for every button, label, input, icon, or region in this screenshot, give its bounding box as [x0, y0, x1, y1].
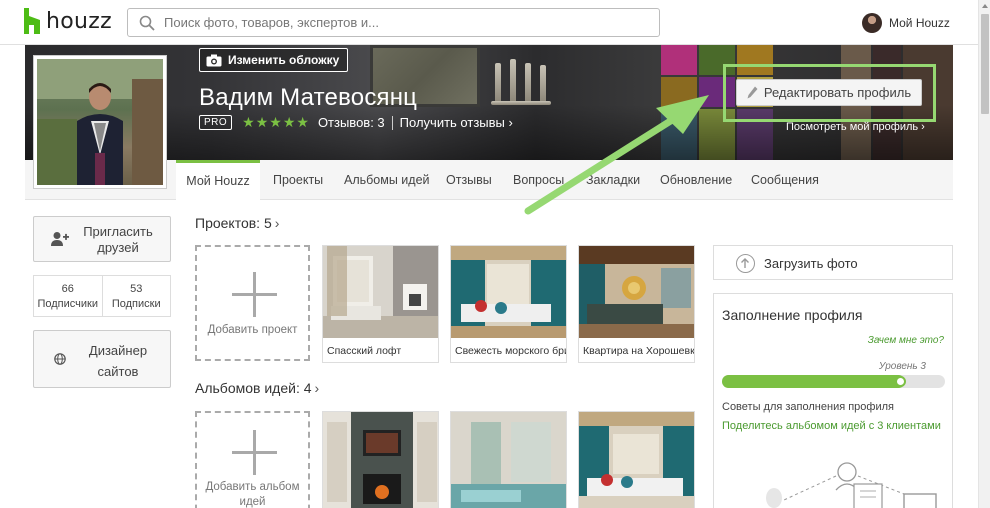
albums-section-title[interactable]: Альбомов идей: 4 › — [195, 380, 319, 396]
invite-friends-button[interactable]: Пригласить друзей — [33, 216, 171, 262]
tab-bookmarks[interactable]: Закладки — [586, 160, 640, 200]
pro-badge: PRO — [199, 115, 233, 130]
reviews-count[interactable]: Отзывов: 3 — [318, 115, 385, 130]
tab-my-houzz[interactable]: Мой Houzz — [176, 160, 260, 200]
project-card[interactable]: Свежесть морского бриза — [450, 245, 567, 363]
projects-section-title[interactable]: Проектов: 5 › — [195, 215, 279, 231]
upload-arrow-icon — [736, 254, 755, 273]
website-designer-label: Дизайнер сайтов — [88, 343, 148, 379]
add-album-card[interactable]: Добавить альбом идей — [195, 411, 310, 508]
profile-meta: PRO ★★★★★ Отзывов: 3 Получить отзывы › — [199, 114, 513, 131]
tab-idea-albums[interactable]: Альбомы идей — [344, 160, 430, 200]
plus-icon — [232, 272, 277, 317]
project-card[interactable]: Спасский лофт — [322, 245, 439, 363]
album-card[interactable] — [578, 411, 695, 508]
project-thumbnail — [451, 246, 566, 338]
project-thumbnail — [579, 246, 694, 338]
top-header: houzz Мой Houzz — [0, 0, 978, 45]
cover-candle — [540, 65, 546, 103]
add-album-label: Добавить альбом идей — [205, 481, 300, 508]
album-thumbnail — [451, 412, 566, 508]
profile-name: Вадим Матевосянц — [199, 84, 418, 111]
share-album-link[interactable]: Поделитесь альбомом идей с 3 клиентами — [722, 420, 941, 432]
get-reviews-link[interactable]: Получить отзывы › — [400, 115, 513, 130]
upload-photo-label: Загрузить фото — [764, 256, 858, 271]
followers-label: Подписчики — [37, 298, 98, 310]
search-input[interactable] — [164, 12, 644, 33]
following-stat[interactable]: 53 Подписки — [103, 276, 171, 316]
tab-questions[interactable]: Вопросы — [513, 160, 564, 200]
tab-messages[interactable]: Сообщения — [751, 160, 819, 200]
album-thumbnail — [579, 412, 694, 508]
website-designer-button[interactable]: Дизайнер сайтов — [33, 330, 171, 388]
cover-candle — [510, 59, 516, 103]
album-card[interactable] — [450, 411, 567, 508]
profile-tips-label: Советы для заполнения профиля — [722, 401, 894, 413]
my-houzz-menu[interactable]: Мой Houzz — [862, 13, 950, 33]
add-project-card[interactable]: Добавить проект — [195, 245, 310, 361]
plus-icon — [232, 430, 277, 475]
level-label: Уровень 3 — [878, 361, 926, 372]
project-card[interactable]: Квартира на Хорошевке — [578, 245, 695, 363]
project-caption: Свежесть морского бриза — [455, 345, 566, 357]
cover-candle — [525, 63, 531, 103]
change-cover-button[interactable]: Изменить обложку — [199, 48, 349, 72]
pencil-icon — [747, 86, 758, 99]
change-cover-label: Изменить обложку — [228, 53, 340, 67]
why-link[interactable]: Зачем мне это? — [868, 335, 944, 346]
followers-count: 66 — [61, 283, 74, 295]
following-label: Подписки — [111, 298, 161, 310]
tab-projects[interactable]: Проекты — [273, 160, 323, 200]
search-icon — [139, 15, 155, 31]
view-profile-link[interactable]: Посмотреть мой профиль › — [786, 121, 925, 133]
camera-icon — [206, 54, 222, 66]
scroll-thumb[interactable] — [981, 14, 989, 114]
houzz-logo[interactable]: houzz — [24, 8, 112, 34]
project-caption: Спасский лофт — [327, 345, 402, 357]
album-thumbnail — [323, 412, 438, 508]
profile-progress-bar — [722, 375, 945, 388]
add-project-label: Добавить проект — [207, 324, 298, 336]
album-card[interactable] — [322, 411, 439, 508]
progress-knob — [894, 376, 906, 387]
chevron-right-icon: › — [314, 380, 320, 396]
chevron-right-icon: › — [274, 215, 280, 231]
search-bar[interactable] — [127, 8, 660, 37]
globe-icon — [54, 353, 66, 365]
illustration-icon — [766, 462, 937, 508]
profile-completion-title: Заполнение профиля — [722, 307, 863, 323]
scrollbar[interactable] — [978, 0, 990, 508]
profile-completion-panel: Заполнение профиля Зачем мне это? Уровен… — [713, 293, 953, 508]
follow-stats: 66 Подписчики 53 Подписки — [33, 275, 171, 317]
following-count: 53 — [130, 283, 143, 295]
followers-stat[interactable]: 66 Подписчики — [34, 276, 103, 316]
project-thumbnail — [323, 246, 438, 338]
my-houzz-label: Мой Houzz — [889, 16, 950, 30]
add-user-icon — [51, 232, 69, 246]
invite-friends-label: Пригласить друзей — [83, 224, 153, 255]
scroll-up-arrow-icon[interactable] — [982, 4, 988, 8]
profile-progress-fill — [722, 375, 906, 388]
edit-profile-label: Редактировать профиль — [763, 85, 912, 100]
upload-photo-button[interactable]: Загрузить фото — [713, 245, 953, 280]
avatar — [862, 13, 882, 33]
tab-reviews[interactable]: Отзывы — [446, 160, 492, 200]
cover-candle — [495, 63, 501, 103]
houzz-logo-icon — [24, 8, 40, 34]
tab-updates[interactable]: Обновление — [660, 160, 732, 200]
profile-person-image — [37, 59, 163, 185]
edit-profile-button[interactable]: Редактировать профиль — [736, 79, 922, 106]
project-caption: Квартира на Хорошевке — [583, 345, 694, 357]
rating-stars: ★★★★★ — [242, 114, 310, 130]
logo-text: houzz — [46, 8, 112, 34]
profile-photo[interactable] — [33, 55, 167, 189]
